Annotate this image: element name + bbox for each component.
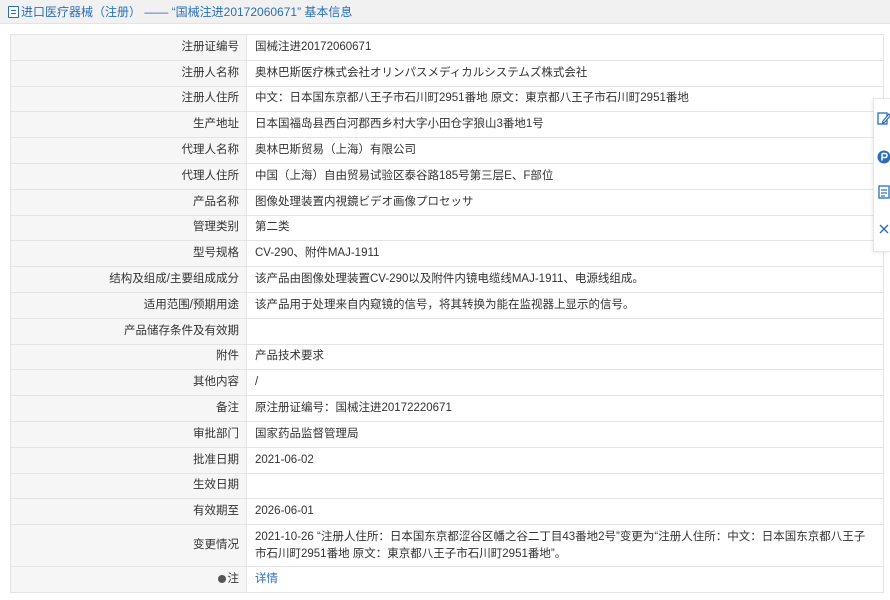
page-title: 进口医疗器械（注册） —— “国械注进20172060671” 基本信息	[21, 5, 353, 19]
row-label: 产品储存条件及有效期	[10, 317, 247, 345]
table-row: 批准日期 2021-06-02	[10, 446, 884, 474]
row-label: 结构及组成/主要组成成分	[10, 266, 247, 293]
table-row: 生产地址 日本国福岛县西白河郡西乡村大字小田仓字狼山3番地1号	[10, 111, 884, 139]
table-row: 注册人住所 中文：日本国东京都八王子市石川町2951番地 原文：東京都八王子市石…	[10, 85, 884, 113]
table-row: 变更情况 2021-10-26 “注册人住所：日本国东京都涩谷区幡之谷二丁目43…	[10, 524, 884, 568]
row-label: 管理类别	[10, 214, 247, 242]
p-icon[interactable]	[877, 149, 890, 165]
row-value: 原注册证编号：国械注进20172220671	[246, 395, 884, 422]
row-label: 适用范围/预期用途	[10, 291, 247, 319]
note-row: 注 详情	[10, 566, 884, 593]
row-value: 该产品用于处理来自内窥镜的信号，将其转换为能在监视器上显示的信号。	[246, 291, 884, 319]
table-row: 产品储存条件及有效期	[10, 317, 884, 345]
table-row: 结构及组成/主要组成成分 该产品由图像处理装置CV-290以及附件内镜电缆线MA…	[10, 266, 884, 293]
row-value: 产品技术要求	[246, 343, 884, 371]
row-label: 变更情况	[10, 524, 247, 568]
table-row: 有效期至 2026-06-01	[10, 498, 884, 526]
table-row: 管理类别 第二类	[10, 214, 884, 242]
row-label: 生产地址	[10, 111, 247, 139]
row-value: /	[246, 369, 884, 397]
row-value: 中国（上海）自由贸易试验区泰谷路185号第三层E、F部位	[246, 162, 884, 190]
table-row: 适用范围/预期用途 该产品用于处理来自内窥镜的信号，将其转换为能在监视器上显示的…	[10, 291, 884, 319]
row-label: 注册证编号	[10, 34, 247, 61]
row-value	[246, 317, 884, 345]
note-value: 详情	[246, 566, 884, 593]
table-row: 型号规格 CV-290、附件MAJ-1911	[10, 240, 884, 268]
row-value: 奥林巴斯医疗株式会社オリンパスメディカルシステムズ株式会社	[246, 59, 884, 87]
row-value	[246, 472, 884, 500]
table-row: 备注 原注册证编号：国械注进20172220671	[10, 395, 884, 422]
row-label: 有效期至	[10, 498, 247, 526]
row-value: 日本国福岛县西白河郡西乡村大字小田仓字狼山3番地1号	[246, 111, 884, 139]
info-table-container: 注册证编号 国械注进20172060671 注册人名称 奥林巴斯医疗株式会社オリ…	[10, 34, 884, 593]
row-label: 型号规格	[10, 240, 247, 268]
row-value: 第二类	[246, 214, 884, 242]
table-row: 附件 产品技术要求	[10, 343, 884, 371]
header-bar: 进口医疗器械（注册） —— “国械注进20172060671” 基本信息	[0, 0, 890, 24]
table-row: 其他内容 /	[10, 369, 884, 397]
note-label: 注	[227, 573, 240, 586]
edit-icon[interactable]	[877, 111, 890, 127]
note-label-cell: 注	[10, 566, 247, 593]
row-label: 注册人住所	[10, 85, 247, 113]
row-label: 代理人住所	[10, 162, 247, 190]
row-label: 审批部门	[10, 420, 247, 448]
row-value: 奥林巴斯贸易（上海）有限公司	[246, 137, 884, 164]
row-label: 生效日期	[10, 472, 247, 500]
table-row: 生效日期	[10, 472, 884, 500]
side-toolbar	[873, 98, 890, 252]
row-label: 产品名称	[10, 188, 247, 216]
row-value: 2021-06-02	[246, 446, 884, 474]
info-table: 注册证编号 国械注进20172060671 注册人名称 奥林巴斯医疗株式会社オリ…	[10, 34, 884, 593]
table-row: 注册人名称 奥林巴斯医疗株式会社オリンパスメディカルシステムズ株式会社	[10, 59, 884, 87]
close-icon[interactable]	[877, 221, 890, 237]
row-label: 备注	[10, 395, 247, 422]
pin-icon	[217, 575, 226, 584]
row-label: 代理人名称	[10, 137, 247, 164]
row-label: 附件	[10, 343, 247, 371]
row-value: 国家药品监督管理局	[246, 420, 884, 448]
row-value: 2026-06-01	[246, 498, 884, 526]
details-link[interactable]: 详情	[255, 573, 278, 585]
table-row: 注册证编号 国械注进20172060671	[10, 34, 884, 61]
list-icon[interactable]	[877, 184, 890, 200]
row-value: 2021-10-26 “注册人住所：日本国东京都涩谷区幡之谷二丁目43番地2号”…	[246, 524, 884, 568]
table-row: 代理人住所 中国（上海）自由贸易试验区泰谷路185号第三层E、F部位	[10, 162, 884, 190]
row-label: 批准日期	[10, 446, 247, 474]
table-row: 代理人名称 奥林巴斯贸易（上海）有限公司	[10, 137, 884, 164]
row-value: 图像处理装置内視鏡ビデオ画像プロセッサ	[246, 188, 884, 216]
row-value: 中文：日本国东京都八王子市石川町2951番地 原文：東京都八王子市石川町2951…	[246, 85, 884, 113]
row-value: CV-290、附件MAJ-1911	[246, 240, 884, 268]
table-row: 审批部门 国家药品监督管理局	[10, 420, 884, 448]
row-value: 该产品由图像处理装置CV-290以及附件内镜电缆线MAJ-1911、电源线组成。	[246, 266, 884, 293]
row-label: 注册人名称	[10, 59, 247, 87]
document-icon	[8, 5, 19, 18]
row-value: 国械注进20172060671	[246, 34, 884, 61]
row-label: 其他内容	[10, 369, 247, 397]
table-row: 产品名称 图像处理装置内視鏡ビデオ画像プロセッサ	[10, 188, 884, 216]
